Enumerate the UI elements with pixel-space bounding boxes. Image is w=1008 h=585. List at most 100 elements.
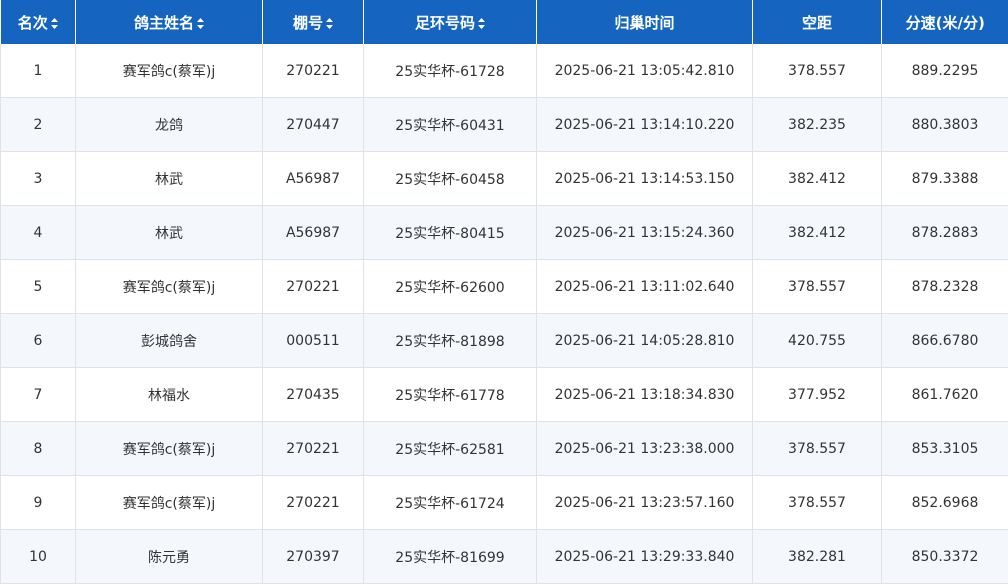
table-row: 4 林武 A56987 25实华杯-80415 2025-06-21 13:15:24.… — [0, 205, 1008, 260]
cell-speed: 866.6780 — [881, 313, 1008, 368]
cell-ring-number: 25实华杯-81699 — [363, 529, 537, 584]
column-header-label: 名次 — [17, 13, 48, 32]
cell-rank: 1 — [0, 44, 76, 98]
table-row: 9 赛军鸽c(蔡军)j 270221 25实华杯-61724 2025-06-21 13… — [0, 475, 1008, 530]
table-row: 1 赛军鸽c(蔡军)j 270221 25实华杯-61728 2025-06-21 13… — [0, 44, 1008, 98]
cell-owner-name: 赛军鸽c(蔡军)j — [75, 475, 263, 530]
cell-rank: 7 — [0, 367, 76, 422]
table-row: 7 林福水 270435 25实华杯-61778 2025-06-21 13:18:34… — [0, 367, 1008, 422]
cell-arrival-time: 2025-06-21 13:05:42.810 — [536, 44, 753, 98]
cell-loft-number: 000511 — [262, 313, 364, 368]
cell-distance: 382.412 — [752, 151, 882, 206]
table-row: 3 林武 A56987 25实华杯-60458 2025-06-21 13:14:53.… — [0, 151, 1008, 206]
cell-rank: 8 — [0, 421, 76, 476]
column-header-ring-number[interactable]: 足环号码 — [363, 0, 537, 44]
table-body: 1 赛军鸽c(蔡军)j 270221 25实华杯-61728 2025-06-21 13… — [0, 44, 1008, 584]
cell-loft-number: 270221 — [262, 421, 364, 476]
cell-ring-number: 25实华杯-81898 — [363, 313, 537, 368]
cell-arrival-time: 2025-06-21 13:14:10.220 — [536, 97, 753, 152]
cell-speed: 850.3372 — [881, 529, 1008, 584]
cell-speed: 880.3803 — [881, 97, 1008, 152]
cell-speed: 853.3105 — [881, 421, 1008, 476]
cell-arrival-time: 2025-06-21 14:05:28.810 — [536, 313, 753, 368]
cell-loft-number: A56987 — [262, 205, 364, 260]
column-header-label: 棚号 — [292, 13, 323, 32]
cell-distance: 382.412 — [752, 205, 882, 260]
cell-arrival-time: 2025-06-21 13:11:02.640 — [536, 259, 753, 314]
sort-icon[interactable] — [50, 17, 58, 29]
column-header-label: 鸽主姓名 — [133, 13, 194, 32]
cell-distance: 420.755 — [752, 313, 882, 368]
column-header-speed: 分速(米/分) — [881, 0, 1008, 44]
header-row: 名次 鸽主姓名 棚号 足环号码 归巢时间 空距 分速(米/分) — [0, 0, 1008, 44]
cell-rank: 10 — [0, 529, 76, 584]
sort-icon[interactable] — [478, 17, 485, 29]
cell-arrival-time: 2025-06-21 13:23:38.000 — [536, 421, 753, 476]
cell-owner-name: 龙鸽 — [75, 97, 263, 152]
cell-rank: 5 — [0, 259, 76, 314]
cell-loft-number: 270221 — [262, 475, 364, 530]
cell-owner-name: 赛军鸽c(蔡军)j — [75, 421, 263, 476]
cell-ring-number: 25实华杯-61724 — [363, 475, 537, 530]
cell-speed: 861.7620 — [881, 367, 1008, 422]
cell-owner-name: 林武 — [75, 151, 263, 206]
cell-arrival-time: 2025-06-21 13:18:34.830 — [536, 367, 753, 422]
table-header: 名次 鸽主姓名 棚号 足环号码 归巢时间 空距 分速(米/分) — [0, 0, 1008, 44]
cell-owner-name: 林福水 — [75, 367, 263, 422]
cell-rank: 3 — [0, 151, 76, 206]
cell-speed: 879.3388 — [881, 151, 1008, 206]
cell-loft-number: 270447 — [262, 97, 364, 152]
cell-owner-name: 陈元勇 — [75, 529, 263, 584]
cell-speed: 878.2328 — [881, 259, 1008, 314]
cell-ring-number: 25实华杯-60458 — [363, 151, 537, 206]
cell-distance: 378.557 — [752, 421, 882, 476]
cell-ring-number: 25实华杯-61728 — [363, 44, 537, 98]
column-header-arrival-time: 归巢时间 — [536, 0, 753, 44]
cell-loft-number: A56987 — [262, 151, 364, 206]
cell-distance: 378.557 — [752, 475, 882, 530]
cell-rank: 6 — [0, 313, 76, 368]
cell-speed: 889.2295 — [881, 44, 1008, 98]
cell-ring-number: 25实华杯-61778 — [363, 367, 537, 422]
cell-speed: 852.6968 — [881, 475, 1008, 530]
sort-icon[interactable] — [326, 17, 333, 29]
column-header-label: 足环号码 — [414, 13, 475, 32]
cell-owner-name: 赛军鸽c(蔡军)j — [75, 44, 263, 98]
column-header-loft-number[interactable]: 棚号 — [262, 0, 364, 44]
cell-arrival-time: 2025-06-21 13:15:24.360 — [536, 205, 753, 260]
race-results-table: 名次 鸽主姓名 棚号 足环号码 归巢时间 空距 分速(米/分) 1 赛军鸽c(蔡军)j 2702… — [0, 0, 1008, 584]
cell-ring-number: 25实华杯-60431 — [363, 97, 537, 152]
cell-arrival-time: 2025-06-21 13:23:57.160 — [536, 475, 753, 530]
cell-owner-name: 赛军鸽c(蔡军)j — [75, 259, 263, 314]
cell-owner-name: 彭城鸽舍 — [75, 313, 263, 368]
cell-owner-name: 林武 — [75, 205, 263, 260]
column-header-rank[interactable]: 名次 — [0, 0, 76, 44]
cell-distance: 382.281 — [752, 529, 882, 584]
cell-distance: 377.952 — [752, 367, 882, 422]
column-header-label: 空距 — [801, 13, 832, 32]
cell-loft-number: 270435 — [262, 367, 364, 422]
table-row: 10 陈元勇 270397 25实华杯-81699 2025-06-21 13:29:3… — [0, 529, 1008, 584]
column-header-owner-name[interactable]: 鸽主姓名 — [75, 0, 263, 44]
cell-rank: 9 — [0, 475, 76, 530]
cell-loft-number: 270397 — [262, 529, 364, 584]
sort-icon[interactable] — [197, 17, 204, 29]
table-row: 8 赛军鸽c(蔡军)j 270221 25实华杯-62581 2025-06-21 13… — [0, 421, 1008, 476]
cell-distance: 378.557 — [752, 44, 882, 98]
cell-loft-number: 270221 — [262, 259, 364, 314]
cell-rank: 4 — [0, 205, 76, 260]
cell-ring-number: 25实华杯-80415 — [363, 205, 537, 260]
cell-arrival-time: 2025-06-21 13:29:33.840 — [536, 529, 753, 584]
column-header-label: 归巢时间 — [614, 13, 675, 32]
cell-rank: 2 — [0, 97, 76, 152]
column-header-distance: 空距 — [752, 0, 882, 44]
cell-distance: 382.235 — [752, 97, 882, 152]
cell-speed: 878.2883 — [881, 205, 1008, 260]
cell-ring-number: 25实华杯-62581 — [363, 421, 537, 476]
table-row: 6 彭城鸽舍 000511 25实华杯-81898 2025-06-21 14:05:2… — [0, 313, 1008, 368]
cell-loft-number: 270221 — [262, 44, 364, 98]
table-row: 5 赛军鸽c(蔡军)j 270221 25实华杯-62600 2025-06-21 13… — [0, 259, 1008, 314]
column-header-label: 分速(米/分) — [905, 13, 985, 32]
cell-arrival-time: 2025-06-21 13:14:53.150 — [536, 151, 753, 206]
table-row: 2 龙鸽 270447 25实华杯-60431 2025-06-21 13:14:10.… — [0, 97, 1008, 152]
